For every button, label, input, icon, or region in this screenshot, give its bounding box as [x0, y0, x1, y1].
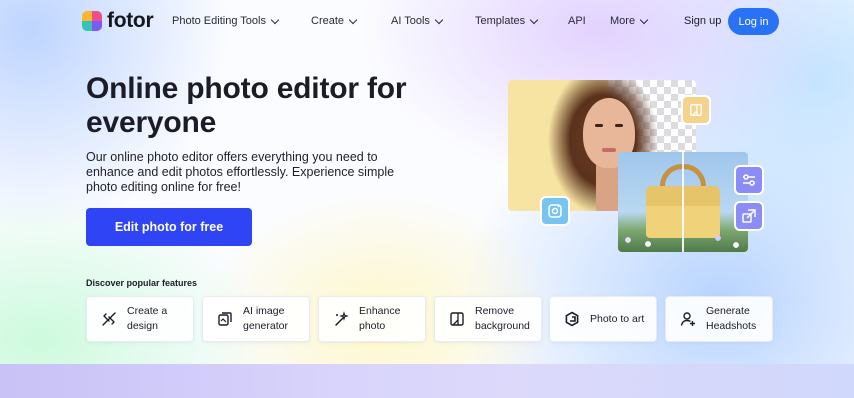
feature-label: Generate Headshots	[706, 305, 757, 332]
feature-enhance-photo[interactable]: Enhance photo	[318, 296, 426, 342]
feature-generate-headshots[interactable]: Generate Headshots	[665, 296, 773, 342]
signup-link[interactable]: Sign up	[684, 15, 721, 27]
nav-item-ai-tools[interactable]: AI Tools	[391, 15, 444, 27]
chevron-down-icon	[639, 15, 649, 24]
ai-image-icon	[218, 312, 232, 326]
swap-tool-badge[interactable]	[734, 201, 764, 231]
nav-item-label: Create	[311, 15, 345, 27]
features-heading: Discover popular features	[86, 278, 198, 288]
nav-item-label: AI Tools	[391, 15, 430, 27]
nav-item-label: Templates	[475, 15, 526, 27]
feature-label: Photo to art	[590, 312, 645, 325]
nav-item-api[interactable]: API	[568, 15, 586, 27]
nav-item-label: More	[610, 15, 636, 27]
chevron-down-icon	[434, 15, 444, 24]
login-button[interactable]: Log in	[728, 8, 779, 35]
nav-item-label: Photo Editing Tools	[172, 15, 266, 27]
nav-item-label: API	[568, 15, 586, 27]
art-brush-icon	[565, 311, 579, 327]
enhance-tool-badge[interactable]	[540, 196, 570, 226]
hero-description: Our online photo editor offers everythin…	[86, 150, 395, 194]
chevron-down-icon	[348, 15, 358, 24]
before-after-divider	[682, 152, 684, 252]
hero-handbag-image	[618, 152, 748, 252]
edit-photo-button[interactable]: Edit photo for free	[86, 208, 252, 246]
feature-label: Enhance photo	[359, 305, 401, 332]
remove-background-icon	[690, 104, 702, 116]
chevron-down-icon	[529, 15, 539, 24]
design-tools-icon	[102, 312, 116, 326]
nav-item-templates[interactable]: Templates	[475, 15, 539, 27]
adjust-tool-badge[interactable]	[734, 165, 764, 195]
feature-label: Remove background	[475, 305, 530, 332]
crop-tool-badge[interactable]	[681, 95, 711, 125]
feature-ai-image-generator[interactable]: AI image generator	[202, 296, 310, 342]
sliders-icon	[743, 174, 755, 186]
bottom-band	[0, 364, 854, 398]
swap-icon	[742, 209, 756, 223]
nav-item-photo-editing-tools[interactable]: Photo Editing Tools	[172, 15, 280, 27]
brand-logo[interactable]: fotor	[82, 9, 154, 32]
feature-label: Create a design	[127, 305, 168, 332]
hero-title: Online photo editor for everyone	[86, 72, 407, 139]
feature-label: AI image generator	[243, 305, 288, 332]
feature-remove-background[interactable]: Remove background	[434, 296, 542, 342]
remove-background-icon	[450, 312, 464, 326]
nav-item-create[interactable]: Create	[311, 15, 358, 27]
nav-item-more[interactable]: More	[610, 15, 649, 27]
brand-name: fotor	[107, 9, 154, 32]
fotor-logo-icon	[82, 11, 102, 31]
feature-photo-to-art[interactable]: Photo to art	[549, 296, 657, 342]
magic-wand-icon	[335, 311, 349, 326]
chevron-down-icon	[270, 15, 280, 24]
feature-create-design[interactable]: Create a design	[86, 296, 194, 342]
headshot-icon	[680, 312, 695, 326]
top-navigation: fotor Photo Editing Tools Create AI Tool…	[0, 0, 854, 44]
enhance-icon	[548, 204, 562, 218]
